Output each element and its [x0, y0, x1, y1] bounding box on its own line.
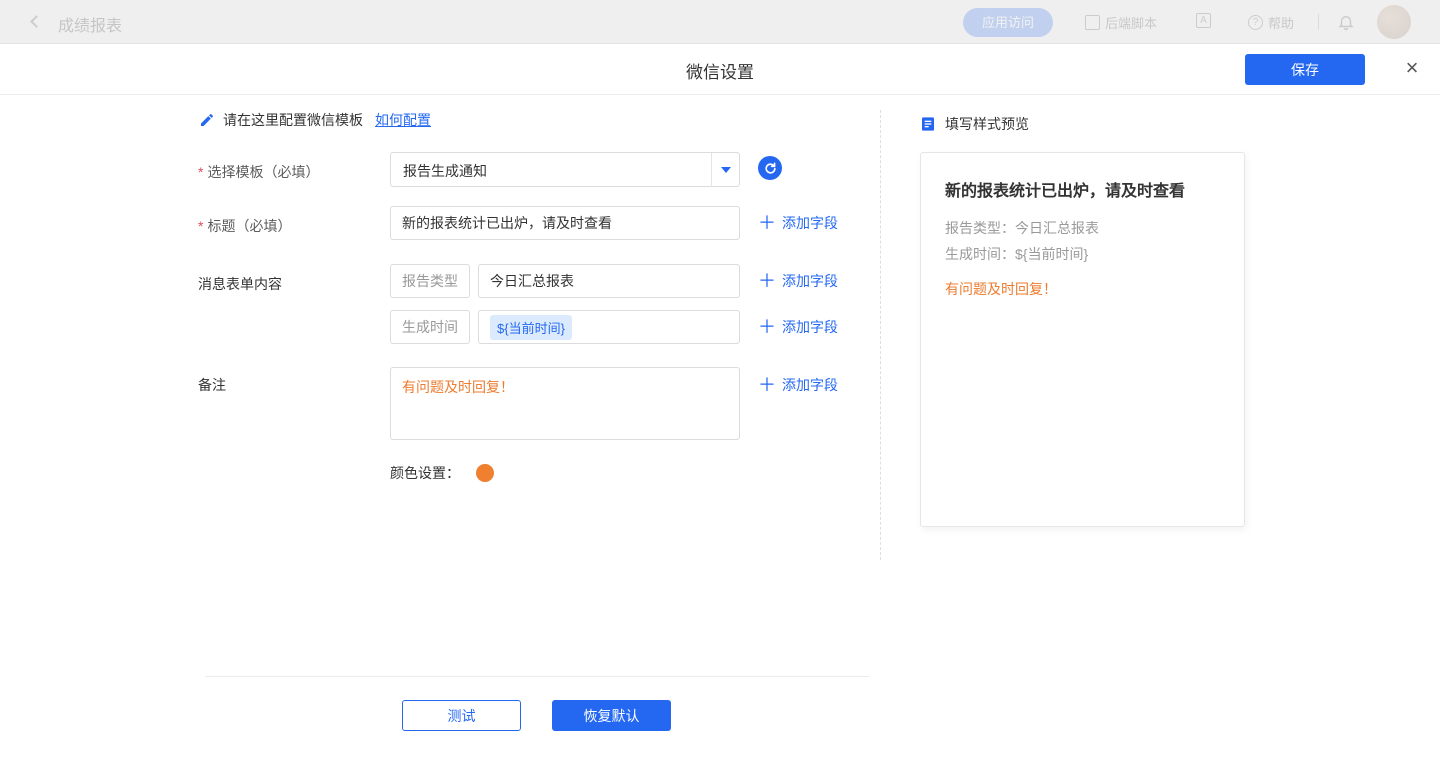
plus-icon: ＋: [758, 320, 776, 334]
backend-script-button[interactable]: 后端脚本: [1085, 13, 1157, 32]
config-hint-row: 请在这里配置微信模板 如何配置: [199, 110, 431, 130]
content-key-input-2[interactable]: 生成时间: [390, 310, 470, 344]
page-title: 成绩报表: [58, 12, 122, 36]
add-field-button-row1[interactable]: ＋ 添加字段: [758, 271, 838, 291]
modal-title: 微信设置: [686, 58, 754, 83]
plus-icon: ＋: [758, 274, 776, 288]
add-field-label: 添加字段: [782, 317, 838, 337]
template-label: *选择模板（必填）: [198, 162, 319, 182]
add-field-label: 添加字段: [782, 375, 838, 395]
close-icon[interactable]: ×: [1398, 54, 1426, 82]
help-label: 帮助: [1268, 13, 1294, 32]
variable-token[interactable]: ${当前时间}: [490, 315, 572, 340]
add-field-button-remark[interactable]: ＋ 添加字段: [758, 375, 838, 395]
avatar[interactable]: [1377, 5, 1411, 39]
add-field-button-row2[interactable]: ＋ 添加字段: [758, 317, 838, 337]
refresh-icon: [764, 162, 777, 175]
bell-icon[interactable]: [1337, 13, 1355, 36]
color-swatch[interactable]: [476, 464, 494, 482]
preview-header-label: 填写样式预览: [945, 114, 1029, 134]
translate-button[interactable]: A: [1196, 13, 1211, 28]
add-field-label: 添加字段: [782, 271, 838, 291]
footer-divider: [205, 676, 869, 677]
required-mark: *: [198, 218, 203, 234]
add-field-label: 添加字段: [782, 213, 838, 233]
save-button[interactable]: 保存: [1245, 54, 1365, 85]
preview-card: 新的报表统计已出炉，请及时查看 报告类型：今日汇总报表 生成时间：${当前时间}…: [920, 152, 1245, 527]
template-select[interactable]: 报告生成通知: [390, 152, 740, 187]
backend-script-label: 后端脚本: [1105, 13, 1157, 32]
script-icon: [1085, 15, 1100, 30]
select-arrow-zone[interactable]: [711, 153, 739, 186]
content-value-input-2[interactable]: ${当前时间}: [478, 310, 740, 344]
title-label: *标题（必填）: [198, 216, 291, 236]
preview-card-title: 新的报表统计已出炉，请及时查看: [945, 177, 1220, 201]
content-value-input-1[interactable]: 今日汇总报表: [478, 264, 740, 298]
wechat-settings-modal: 微信设置 保存 × 请在这里配置微信模板 如何配置 *选择模板（必填） 报告生成…: [0, 44, 1440, 757]
test-button[interactable]: 测试: [402, 700, 521, 731]
plus-icon: ＋: [758, 216, 776, 230]
pencil-icon: [199, 112, 215, 128]
modal-header: 微信设置 保存 ×: [0, 44, 1440, 95]
background-topbar: 成绩报表 应用访问 后端脚本 A ? 帮助: [0, 0, 1440, 44]
add-field-button-title[interactable]: ＋ 添加字段: [758, 213, 838, 233]
color-setting-label: 颜色设置：: [390, 463, 460, 483]
preview-card-line: 生成时间：${当前时间}: [945, 241, 1220, 267]
template-select-value: 报告生成通知: [403, 161, 487, 181]
back-icon[interactable]: [30, 15, 43, 28]
help-button[interactable]: ? 帮助: [1248, 13, 1294, 32]
refresh-button[interactable]: [758, 156, 782, 180]
plus-icon: ＋: [758, 378, 776, 392]
topbar-divider: [1318, 14, 1319, 30]
document-icon: [920, 116, 936, 132]
how-to-configure-link[interactable]: 如何配置: [375, 110, 431, 130]
remark-textarea[interactable]: 有问题及时回复！: [390, 367, 740, 440]
content-key-input-1[interactable]: 报告类型: [390, 264, 470, 298]
content-label: 消息表单内容: [198, 274, 282, 294]
chevron-down-icon: [721, 167, 731, 173]
preview-card-remark: 有问题及时回复！: [945, 279, 1220, 299]
restore-default-button[interactable]: 恢复默认: [552, 700, 671, 731]
color-setting-row: 颜色设置：: [390, 463, 494, 483]
preview-header: 填写样式预览: [920, 114, 1029, 134]
app-access-button[interactable]: 应用访问: [963, 8, 1053, 37]
translate-icon: A: [1196, 13, 1211, 28]
remark-label: 备注: [198, 375, 226, 395]
title-input[interactable]: 新的报表统计已出炉，请及时查看: [390, 206, 740, 240]
preview-card-line: 报告类型：今日汇总报表: [945, 215, 1220, 241]
config-hint-text: 请在这里配置微信模板: [223, 110, 363, 130]
required-mark: *: [198, 164, 203, 180]
help-icon: ?: [1248, 15, 1263, 30]
vertical-divider: [880, 110, 881, 560]
